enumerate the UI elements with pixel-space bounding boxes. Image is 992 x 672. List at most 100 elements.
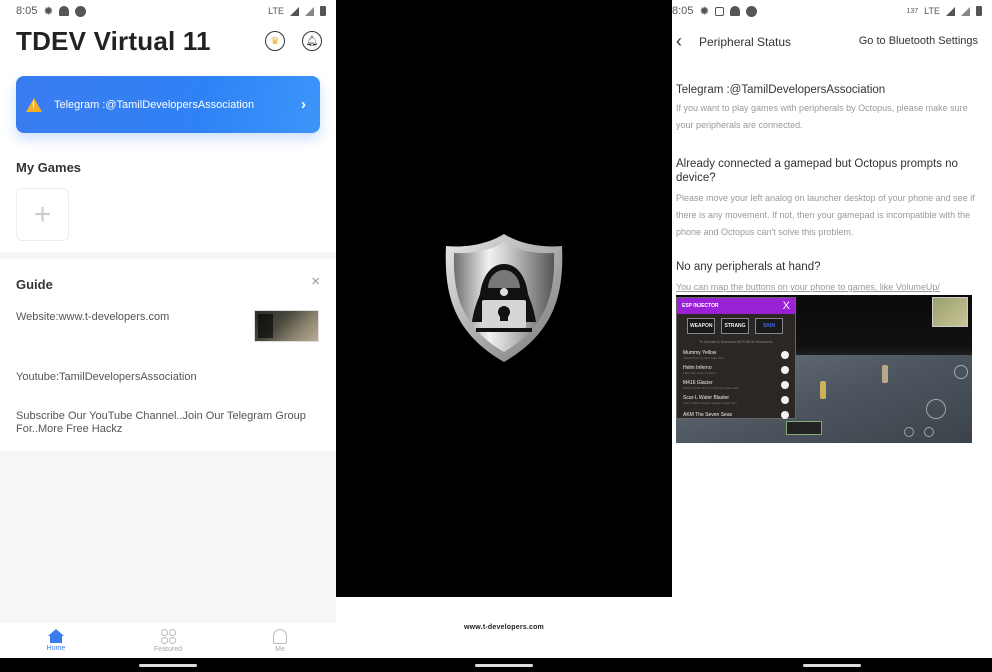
home-gesture-pill[interactable] <box>475 664 533 667</box>
signal-icon-2 <box>305 6 314 16</box>
esp-option-sub: Scar-L Water Blaster Weapon Fake Skin <box>683 400 737 405</box>
bottom-tab-bar: Home Featured Me <box>0 623 336 658</box>
game-character <box>820 381 826 399</box>
tab-home[interactable]: Home <box>0 623 112 658</box>
esp-tab-weapon: WEAPON <box>687 318 715 334</box>
guide-item-website[interactable]: Website:www.t-developers.com <box>16 311 169 324</box>
tab-home-label: Home <box>46 645 66 652</box>
close-icon: X <box>782 300 790 312</box>
back-arrow-icon[interactable]: ‹ <box>676 31 682 52</box>
section-heading: Telegram :@TamilDevelopersAssociation <box>676 84 886 96</box>
ghost-icon <box>730 6 741 16</box>
toggle-icon <box>781 380 789 389</box>
guide-title: Guide <box>16 277 53 292</box>
esp-option: Scar-L Water Blaster Scar-L Water Blaster… <box>677 392 795 407</box>
esp-title: ESP INJECTOR <box>682 303 719 309</box>
hacker-shield-logo <box>445 234 563 362</box>
esp-option: AKM The Seven Seas <box>677 407 795 422</box>
tab-featured-label: Featured <box>153 645 183 653</box>
warning-icon <box>26 97 42 112</box>
splash-url: www.t-developers.com <box>464 624 544 631</box>
weapon-slot <box>786 421 822 435</box>
tab-me[interactable]: Me <box>224 623 336 658</box>
bluetooth-settings-link[interactable]: Go to Bluetooth Settings <box>859 35 978 47</box>
section-heading: No any peripherals at hand? <box>676 261 821 273</box>
gear-icon: ✹ <box>43 4 54 18</box>
esp-injector-menu: ESP INJECTOR X WEAPON STRANG SKIN To Act… <box>676 297 796 419</box>
section-heading: Already connected a gamepad but Octopus … <box>676 158 958 184</box>
tab-featured[interactable]: Featured <box>112 623 224 658</box>
status-bar: 8:05 ✹ LTE <box>0 0 336 22</box>
section-gamepad: Already connected a gamepad but Octopus … <box>676 157 976 241</box>
circle-icon <box>75 5 87 17</box>
section-no-peripherals: No any peripherals at hand? You can map … <box>676 260 976 294</box>
battery-icon <box>976 6 982 16</box>
my-games-title: My Games <box>16 160 82 175</box>
toggle-icon <box>781 410 789 419</box>
chevron-right-icon: › <box>301 96 306 113</box>
home-gesture-pill[interactable] <box>803 664 861 667</box>
splash-footer: www.t-developers.com <box>336 597 672 658</box>
instagram-icon <box>715 6 725 16</box>
peripheral-header: ‹ Peripheral Status Go to Bluetooth Sett… <box>672 28 992 56</box>
peripheral-status-screen: 8:05 ✹ 137 LTE ‹ Peripheral Status Go to… <box>672 0 992 672</box>
home-gesture-pill[interactable] <box>139 664 197 667</box>
tab-me-label: Me <box>275 645 285 653</box>
speed-readout: 137 <box>906 7 919 15</box>
guide-thumbnail[interactable] <box>254 310 319 342</box>
section-body: You can map the buttons on your phone to… <box>676 282 940 292</box>
banner-text: Telegram :@TamilDevelopersAssociation <box>54 98 255 111</box>
telegram-banner[interactable]: Telegram :@TamilDevelopersAssociation › <box>16 76 320 133</box>
crouch-icon <box>904 427 914 437</box>
network-label: LTE <box>924 6 940 16</box>
esp-option: Mummy Yellow Yellow Mummy Skin Fake Skin <box>677 347 795 362</box>
esp-option-name: AKM The Seven Seas <box>683 411 733 418</box>
status-time: 8:05 <box>16 5 38 17</box>
toggle-icon <box>781 365 789 374</box>
esp-option: M416 Glacier Glacier M416 Skin For Weapon… <box>677 377 795 392</box>
system-nav-bar <box>672 658 992 672</box>
ghost-profile-icon <box>273 628 287 644</box>
gear-icon: ✹ <box>699 4 710 18</box>
fire-button-icon <box>926 399 946 419</box>
esp-tab-skin: SKIN <box>755 318 783 334</box>
status-time: 8:05 <box>672 5 694 17</box>
section-body: If you want to play games with periphera… <box>676 103 968 130</box>
battery-icon <box>320 6 326 16</box>
ghost-icon <box>59 6 70 16</box>
signal-icon-2 <box>961 6 970 16</box>
guide-card: Guide × Website:www.t-developers.com You… <box>0 259 336 451</box>
esp-tab-strang: STRANG <box>721 318 749 334</box>
network-label: LTE <box>268 6 284 16</box>
bell-icon[interactable]: 🔔︎ <box>302 31 322 51</box>
guide-item-subscribe[interactable]: Subscribe Our YouTube Channel..Join Our … <box>16 410 321 436</box>
esp-option-sub: Yellow Mummy Skin Fake Skin <box>683 355 724 360</box>
page-title: Peripheral Status <box>699 35 792 49</box>
esp-option-sub: Glacier M416 Skin For Weapon Fake Skin <box>683 385 739 390</box>
minimap <box>932 297 968 327</box>
crown-icon[interactable]: ♛ <box>265 31 285 51</box>
esp-option: Helm Inferno Fake Skin Helmet Inferno <box>677 362 795 377</box>
esp-tabs: WEAPON STRANG SKIN <box>677 314 795 338</box>
toggle-icon <box>781 395 789 404</box>
jump-icon <box>924 427 934 437</box>
esp-header: ESP INJECTOR X <box>677 298 795 314</box>
screenshot-collage: 8:05 ✹ LTE TDEV Virtual 11 ♛ 🔔︎ Telegram… <box>0 0 992 672</box>
app-title: TDEV Virtual 11 <box>16 26 211 56</box>
signal-icon <box>946 6 955 16</box>
home-icon <box>48 629 64 643</box>
esp-note: To Activate & Download All PUBGM Resourc… <box>699 340 773 344</box>
close-icon[interactable]: × <box>311 273 320 290</box>
toggle-icon <box>781 350 789 359</box>
section-body: Please move your left analog on launcher… <box>676 193 975 237</box>
game-character <box>882 365 888 383</box>
aim-icon <box>954 365 968 379</box>
game-screenshot: ESP INJECTOR X WEAPON STRANG SKIN To Act… <box>676 295 972 443</box>
signal-icon <box>290 6 299 16</box>
system-nav-bar <box>336 658 672 672</box>
section-telegram: Telegram :@TamilDevelopersAssociation If… <box>676 83 976 134</box>
home-screen: 8:05 ✹ LTE TDEV Virtual 11 ♛ 🔔︎ Telegram… <box>0 0 336 672</box>
splash-screen: www.t-developers.com <box>336 0 672 672</box>
add-game-button[interactable]: + <box>16 188 69 241</box>
guide-item-youtube[interactable]: Youtube:TamilDevelopersAssociation <box>16 371 197 384</box>
